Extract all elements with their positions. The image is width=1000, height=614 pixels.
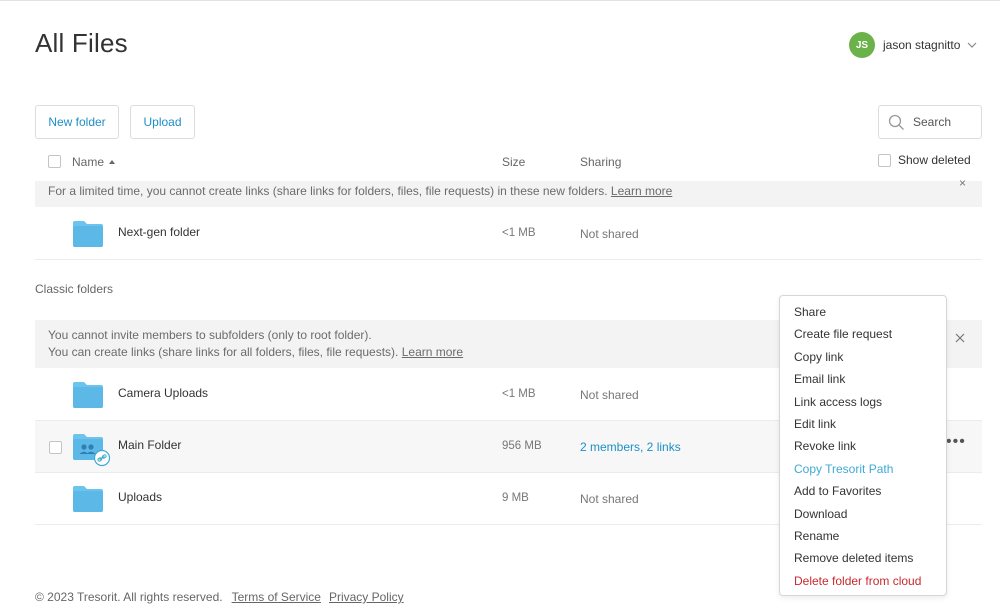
nextgen-learn-more-link[interactable]: Learn more [611, 184, 672, 198]
show-deleted-label: Show deleted [898, 153, 971, 167]
file-sharing-link[interactable]: 2 members, 2 links [580, 440, 681, 454]
file-name[interactable]: Main Folder [118, 438, 181, 452]
copyright-text: © 2023 Tresorit. All rights reserved. [35, 590, 223, 604]
file-name[interactable]: Uploads [118, 490, 162, 504]
file-sharing-status: Not shared [580, 227, 639, 241]
avatar: JS [849, 32, 875, 58]
shared-folder-icon [73, 434, 111, 467]
menu-item-remove-deleted-items[interactable]: Remove deleted items [780, 547, 946, 569]
name-column-header[interactable]: Name [72, 155, 116, 169]
show-deleted-checkbox[interactable] [878, 153, 891, 167]
folder-icon [73, 382, 103, 408]
row-checkbox[interactable] [49, 441, 62, 454]
chevron-down-icon [967, 42, 977, 48]
menu-item-email-link[interactable]: Email link [780, 368, 946, 390]
user-menu[interactable]: JS jason stagnitto [849, 32, 977, 58]
file-sharing-status: Not shared [580, 388, 639, 402]
folder-icon [73, 486, 103, 512]
top-border [0, 0, 1000, 1]
menu-item-copy-tresorit-path[interactable]: Copy Tresorit Path [780, 458, 946, 480]
file-size: <1 MB [502, 227, 536, 239]
file-sharing-status: Not shared [580, 492, 639, 506]
folder-icon [73, 221, 103, 247]
menu-item-create-file-request[interactable]: Create file request [780, 323, 946, 345]
more-options-icon[interactable]: ••• [946, 433, 966, 451]
menu-item-copy-link[interactable]: Copy link [780, 346, 946, 368]
file-size: 9 MB [502, 492, 529, 504]
link-badge-icon [93, 449, 111, 467]
file-size: <1 MB [502, 388, 536, 400]
nextgen-notice-text: For a limited time, you cannot create li… [48, 184, 608, 198]
file-name[interactable]: Next-gen folder [118, 225, 200, 239]
menu-item-download[interactable]: Download [780, 503, 946, 525]
name-column-label: Name [72, 155, 105, 169]
search-icon [888, 114, 904, 130]
menu-item-delete-folder[interactable]: Delete folder from cloud [780, 570, 946, 592]
file-name[interactable]: Camera Uploads [118, 386, 208, 400]
nextgen-notice: For a limited time, you cannot create li… [35, 176, 982, 207]
size-column-header[interactable]: Size [502, 155, 525, 169]
classic-learn-more-link[interactable]: Learn more [402, 345, 463, 359]
close-icon[interactable]: × [959, 175, 966, 192]
select-all-checkbox[interactable] [48, 155, 61, 168]
page-title: All Files [35, 28, 128, 58]
user-name: jason stagnitto [883, 38, 961, 52]
sort-ascending-icon [109, 160, 116, 164]
footer: © 2023 Tresorit. All rights reserved. Te… [35, 590, 404, 604]
privacy-policy-link[interactable]: Privacy Policy [329, 590, 404, 604]
classic-folders-label: Classic folders [35, 282, 114, 296]
new-folder-button[interactable]: New folder [35, 105, 119, 139]
classic-notice-line2: You can create links (share links for al… [48, 345, 399, 359]
sharing-column-header[interactable]: Sharing [580, 155, 621, 169]
menu-item-edit-link[interactable]: Edit link [780, 413, 946, 435]
search-placeholder: Search [913, 115, 952, 129]
table-row[interactable]: Next-gen folder <1 MB Not shared [35, 208, 982, 260]
close-icon[interactable] [954, 332, 966, 344]
menu-item-rename[interactable]: Rename [780, 525, 946, 547]
terms-of-service-link[interactable]: Terms of Service [232, 590, 321, 604]
menu-item-share[interactable]: Share [780, 301, 946, 323]
show-deleted-toggle[interactable]: Show deleted [878, 153, 971, 167]
menu-item-link-access-logs[interactable]: Link access logs [780, 391, 946, 413]
menu-item-revoke-link[interactable]: Revoke link [780, 435, 946, 457]
upload-button[interactable]: Upload [130, 105, 195, 139]
file-size: 956 MB [502, 440, 542, 452]
search-input[interactable]: Search [878, 105, 982, 139]
menu-item-add-to-favorites[interactable]: Add to Favorites [780, 480, 946, 502]
context-menu: Share Create file request Copy link Emai… [779, 295, 947, 596]
